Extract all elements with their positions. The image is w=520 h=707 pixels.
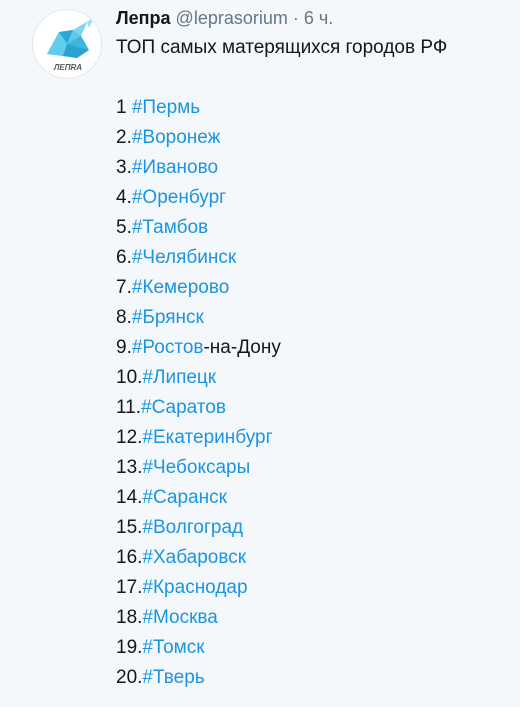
avatar[interactable]: ЛЕПRA <box>32 9 102 79</box>
hashtag-link[interactable]: #Чебоксары <box>142 457 250 478</box>
rank-number: 8. <box>116 307 132 328</box>
list-item: 16.#Хабаровск <box>116 547 281 577</box>
rank-number: 18. <box>116 607 143 628</box>
hashtag-link[interactable]: #Пермь <box>132 97 200 118</box>
rank-number: 16. <box>116 547 143 568</box>
hashtag-link[interactable]: #Воронеж <box>132 127 221 148</box>
unicorn-logo-icon: ЛЕПRA <box>47 16 95 72</box>
list-item: 3.#Иваново <box>116 157 281 187</box>
rank-number: 17. <box>116 577 143 598</box>
hashtag-link[interactable]: #Саранск <box>142 487 227 508</box>
hashtag-link[interactable]: #Краснодар <box>142 577 247 598</box>
rank-number: 14. <box>116 487 143 508</box>
account-handle[interactable]: @leprasorium <box>176 8 288 28</box>
hashtag-link[interactable]: #Липецк <box>142 367 216 388</box>
list-item: 6.#Челябинск <box>116 247 281 277</box>
list-item: 20.#Тверь <box>116 667 281 697</box>
rank-number: 13. <box>116 457 143 478</box>
list-item: 1 #Пермь <box>116 97 281 127</box>
rank-number: 5. <box>116 217 132 238</box>
tweet-headline: ТОП самых матерящихся городов РФ <box>116 37 448 58</box>
list-item: 5.#Тамбов <box>116 217 281 247</box>
list-item: 13.#Чебоксары <box>116 457 281 487</box>
hashtag-link[interactable]: #Волгоград <box>142 517 243 538</box>
rank-number: 7. <box>116 277 132 298</box>
list-item: 18.#Москва <box>116 607 281 637</box>
hashtag-link[interactable]: #Иваново <box>132 157 218 178</box>
hashtag-link[interactable]: #Челябинск <box>132 247 236 268</box>
rank-number: 1 <box>116 97 132 118</box>
list-item: 8.#Брянск <box>116 307 281 337</box>
hashtag-link[interactable]: #Оренбург <box>132 187 226 208</box>
hashtag-link[interactable]: #Екатеринбург <box>142 427 272 448</box>
hashtag-link[interactable]: #Хабаровск <box>142 547 246 568</box>
rank-number: 11. <box>116 397 142 418</box>
list-item: 9.#Ростов-на-Дону <box>116 337 281 367</box>
list-item: 12.#Екатеринбург <box>116 427 281 457</box>
hashtag-link[interactable]: #Кемерово <box>132 277 229 298</box>
list-item: 14.#Саранск <box>116 487 281 517</box>
list-item: 15.#Волгоград <box>116 517 281 547</box>
svg-text:ЛЕПRA: ЛЕПRA <box>53 63 82 72</box>
hashtag-link[interactable]: #Москва <box>142 607 217 628</box>
hashtag-link[interactable]: #Томск <box>142 637 204 658</box>
rank-number: 4. <box>116 187 132 208</box>
list-item: 19.#Томск <box>116 637 281 667</box>
account-name[interactable]: Лепра <box>116 8 171 28</box>
rank-number: 6. <box>116 247 132 268</box>
list-item: 11.#Саратов <box>116 397 281 427</box>
rank-number: 12. <box>116 427 143 448</box>
list-item: 10.#Липецк <box>116 367 281 397</box>
list-item: 7.#Кемерово <box>116 277 281 307</box>
hashtag-link[interactable]: #Саратов <box>141 397 226 418</box>
hashtag-link[interactable]: #Ростов <box>132 337 204 358</box>
hashtag-link[interactable]: #Тверь <box>142 667 204 688</box>
rank-number: 19. <box>116 637 143 658</box>
city-name-suffix: -на-Дону <box>203 337 281 358</box>
list-item: 17.#Краснодар <box>116 577 281 607</box>
rank-number: 9. <box>116 337 132 358</box>
hashtag-link[interactable]: #Брянск <box>132 307 204 328</box>
tweet-timestamp[interactable]: 6 ч. <box>304 8 333 28</box>
hashtag-link[interactable]: #Тамбов <box>132 217 208 238</box>
tweet-header: Лепра @leprasorium · 6 ч. <box>116 7 333 29</box>
list-item: 4.#Оренбург <box>116 187 281 217</box>
city-ranking-list: 1 #Пермь 2.#Воронеж 3.#Иваново 4.#Оренбург 5… <box>116 97 281 697</box>
rank-number: 2. <box>116 127 132 148</box>
rank-number: 3. <box>116 157 132 178</box>
rank-number: 20. <box>116 667 143 688</box>
rank-number: 15. <box>116 517 143 538</box>
list-item: 2.#Воронеж <box>116 127 281 157</box>
rank-number: 10. <box>116 367 143 388</box>
tweet: ЛЕПRA Лепра @leprasorium · 6 ч. ТОП самы… <box>0 0 520 707</box>
separator-dot: · <box>292 8 299 28</box>
